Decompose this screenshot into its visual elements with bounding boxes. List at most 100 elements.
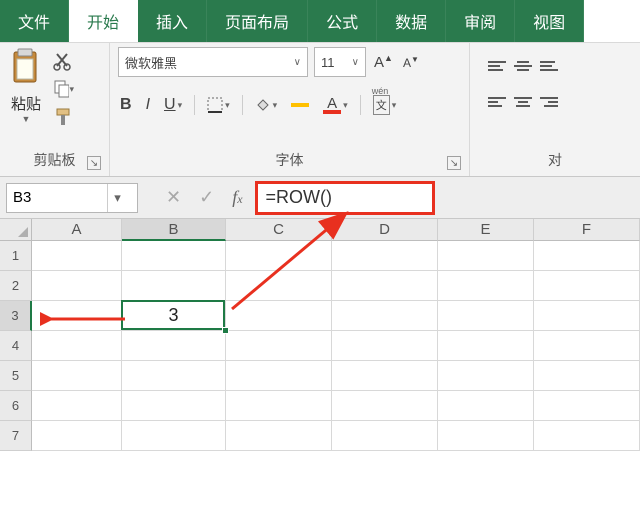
chevron-down-icon: ∨ [294,57,301,68]
cut-button[interactable] [52,51,74,71]
phonetic-guide-button[interactable]: 文▾ [371,93,399,117]
cell-D6[interactable] [332,391,438,421]
cell-E1[interactable] [438,241,534,271]
paint-bucket-icon [255,98,271,112]
col-header-B[interactable]: B [122,219,226,241]
cell-A2[interactable] [32,271,122,301]
cell-F7[interactable] [534,421,640,451]
cell-E7[interactable] [438,421,534,451]
cell-C2[interactable] [226,271,332,301]
row-header-1[interactable]: 1 [0,241,32,271]
cell-F2[interactable] [534,271,640,301]
cell-D2[interactable] [332,271,438,301]
row-header-4[interactable]: 4 [0,331,32,361]
bold-button[interactable]: B [118,94,134,116]
cell-D7[interactable] [332,421,438,451]
name-box-dropdown[interactable]: ▾ [107,184,127,212]
paste-button[interactable]: 粘贴 ▼ [8,47,44,124]
col-header-C[interactable]: C [226,219,332,241]
cell-E2[interactable] [438,271,534,301]
tab-view[interactable]: 视图 [515,0,584,42]
select-all-corner[interactable] [0,219,32,241]
clipboard-launcher[interactable]: ↘ [87,156,101,170]
col-header-A[interactable]: A [32,219,122,241]
font-launcher[interactable]: ↘ [447,156,461,170]
accept-formula-button[interactable]: ✓ [199,187,214,208]
formula-bar: ▾ ✕ ✓ fx =ROW() [0,177,640,219]
tab-page-layout[interactable]: 页面布局 [207,0,308,42]
cell-A1[interactable] [32,241,122,271]
cell-B1[interactable] [122,241,226,271]
cell-E3[interactable] [438,301,534,331]
cell-B5[interactable] [122,361,226,391]
cell-A6[interactable] [32,391,122,421]
cell-F1[interactable] [534,241,640,271]
cell-C5[interactable] [226,361,332,391]
cell-F4[interactable] [534,331,640,361]
align-center-button[interactable] [514,87,532,107]
cancel-formula-button[interactable]: ✕ [166,187,181,208]
tab-file[interactable]: 文件 [0,0,69,42]
border-button[interactable]: ▾ [205,95,232,115]
cell-A4[interactable] [32,331,122,361]
font-color-button[interactable]: A▾ [321,95,350,116]
worksheet-grid[interactable]: ABCDEF 1234567 3 [0,219,640,515]
cell-C7[interactable] [226,421,332,451]
cell-D3[interactable] [332,301,438,331]
cell-A5[interactable] [32,361,122,391]
name-box[interactable]: ▾ [6,183,138,213]
cell-F3[interactable] [534,301,640,331]
align-middle-button[interactable] [514,51,532,71]
font-size-value: 11 [321,55,335,70]
cell-A3[interactable] [32,301,122,331]
cell-C6[interactable] [226,391,332,421]
decrease-font-button[interactable]: A▼ [401,53,421,72]
align-bottom-button[interactable] [540,51,558,71]
underline-button[interactable]: U▾ [162,94,184,116]
paste-dropdown-icon[interactable]: ▼ [22,114,31,124]
row-header-5[interactable]: 5 [0,361,32,391]
col-header-D[interactable]: D [332,219,438,241]
align-top-button[interactable] [488,51,506,71]
tab-review[interactable]: 审阅 [446,0,515,42]
col-header-F[interactable]: F [534,219,640,241]
fx-icon[interactable]: fx [232,187,242,208]
tab-home[interactable]: 开始 [69,0,138,42]
cell-C4[interactable] [226,331,332,361]
row-header-6[interactable]: 6 [0,391,32,421]
cell-A7[interactable] [32,421,122,451]
cell-C1[interactable] [226,241,332,271]
format-painter-button[interactable] [52,107,74,127]
row-header-7[interactable]: 7 [0,421,32,451]
fill-color-button[interactable]: ▾ [253,96,280,114]
tab-formulas[interactable]: 公式 [308,0,377,42]
cell-D1[interactable] [332,241,438,271]
name-box-input[interactable] [7,189,107,206]
cell-E6[interactable] [438,391,534,421]
col-header-E[interactable]: E [438,219,534,241]
formula-input[interactable]: =ROW() [255,181,435,215]
row-header-2[interactable]: 2 [0,271,32,301]
cell-D4[interactable] [332,331,438,361]
align-left-button[interactable] [488,87,506,107]
cell-B6[interactable] [122,391,226,421]
increase-font-button[interactable]: A▲ [372,51,395,73]
cell-B2[interactable] [122,271,226,301]
cell-D5[interactable] [332,361,438,391]
cell-F5[interactable] [534,361,640,391]
font-size-select[interactable]: 11 ∨ [314,47,366,77]
italic-button[interactable]: I [144,94,152,116]
cell-B4[interactable] [122,331,226,361]
cell-E4[interactable] [438,331,534,361]
cell-B7[interactable] [122,421,226,451]
align-right-button[interactable] [540,87,558,107]
cell-C3[interactable] [226,301,332,331]
tab-data[interactable]: 数据 [377,0,446,42]
copy-button[interactable]: ▾ [52,79,74,99]
cell-B3[interactable]: 3 [122,301,226,331]
cell-E5[interactable] [438,361,534,391]
cell-F6[interactable] [534,391,640,421]
tab-insert[interactable]: 插入 [138,0,207,42]
font-name-select[interactable]: 微软雅黑 ∨ [118,47,308,77]
row-header-3[interactable]: 3 [0,301,32,331]
